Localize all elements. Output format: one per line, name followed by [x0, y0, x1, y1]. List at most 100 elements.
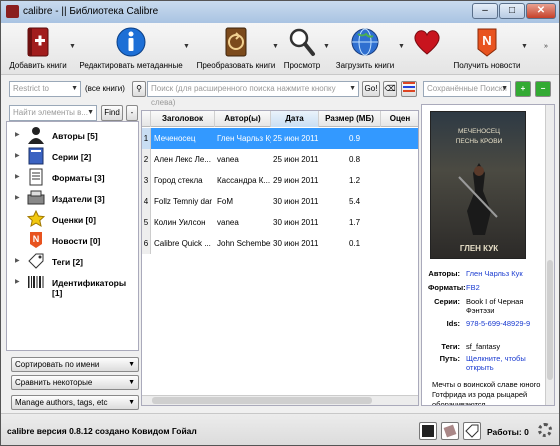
view-label: Просмотр	[283, 61, 321, 70]
category-authors[interactable]: ▶ Авторы [5]	[7, 125, 138, 146]
vertical-scrollbar[interactable]	[545, 105, 554, 405]
fetch-books-button[interactable]: Загрузить книги	[331, 25, 399, 70]
author-link[interactable]: Глен Чарльз Кук	[466, 269, 546, 278]
search-icon: ⚲	[136, 84, 142, 93]
cell-size: 0.9	[349, 134, 361, 143]
maximize-button[interactable]: □	[499, 3, 525, 19]
horizontal-scrollbar[interactable]	[142, 395, 418, 405]
find-button[interactable]: Find	[101, 105, 123, 121]
match-label: Сравнить некоторые	[15, 378, 93, 387]
chevron-down-icon: ▼	[349, 85, 356, 92]
restrict-to-combo[interactable]: Restrict to ▼	[9, 81, 81, 97]
cell-size: 1.2	[349, 176, 361, 185]
restrict-to-placeholder: Restrict to	[13, 84, 50, 93]
jobs-label[interactable]: Работы: 0	[487, 427, 529, 437]
authors-icon	[28, 127, 44, 144]
category-label: Форматы [3]	[52, 173, 105, 183]
view-button[interactable]: Просмотр	[283, 25, 321, 70]
expand-arrow-icon[interactable]: ▶	[15, 194, 20, 201]
table-row[interactable]: 2 Ален Лекс Ле... vanea 25 июн 2011 0.8	[142, 149, 418, 170]
table-row[interactable]: 3 Город стекла Кассандра К... 29 июн 201…	[142, 170, 418, 191]
cell-author: Глен Чарльз Кук	[217, 134, 271, 143]
magnifier-icon	[287, 25, 317, 59]
scrollbar-thumb[interactable]	[547, 260, 553, 380]
add-books-button[interactable]: Добавить книги	[5, 25, 71, 70]
category-series[interactable]: ▶ Серии [2]	[7, 146, 138, 167]
table-row[interactable]: 5 Колин Уилсон vanea 30 июн 2011 1.7	[142, 212, 418, 233]
save-search-button[interactable]: +	[515, 81, 531, 97]
category-publishers[interactable]: ▶ Издатели [3]	[7, 188, 138, 209]
toolbar-extension-arrow[interactable]: »	[544, 43, 548, 50]
heart-icon	[412, 25, 442, 59]
book-cover-image[interactable]: МЕЧЕНОСЕЦ ПЕСНЬ КРОВИ ГЛЕН КУК	[430, 111, 526, 259]
fetch-books-dropdown-arrow[interactable]: ▼	[398, 43, 405, 50]
table-row[interactable]: 4 Follz Temniy dar FoM 30 июн 2011 5.4	[142, 191, 418, 212]
category-tags[interactable]: ▶ Теги [2]	[7, 251, 138, 272]
manage-button[interactable]: Manage authors, tags, etc ▼	[11, 395, 139, 410]
highlight-toggle-button[interactable]	[401, 81, 417, 97]
clear-icon: ⌫	[384, 84, 396, 93]
barcode-icon	[28, 276, 44, 288]
column-header-title[interactable]: Заголовок	[151, 111, 215, 127]
main-window: calibre - || Библиотека Calibre – □ ✕ До…	[0, 0, 560, 446]
saved-searches-combo[interactable]: Сохранённые Поиски ▼	[423, 81, 511, 97]
convert-books-button[interactable]: Преобразовать книги	[195, 25, 277, 70]
find-items-input[interactable]: Найти элементы в... ▼	[9, 105, 97, 121]
category-news[interactable]: N Новости [0]	[7, 230, 138, 251]
expand-arrow-icon[interactable]: ▶	[15, 173, 20, 180]
advanced-search-button[interactable]: ⚲	[132, 81, 146, 97]
search-placeholder: Поиск (для расширенного поиска нажмите к…	[151, 84, 336, 107]
minus-icon: −	[540, 84, 546, 93]
table-row[interactable]: 1 Меченосец Глен Чарльз Кук 25 июн 2011 …	[142, 128, 418, 149]
expand-arrow-icon[interactable]: ▶	[15, 278, 20, 285]
column-header-size[interactable]: Размер (МБ)	[319, 111, 381, 127]
category-identifiers[interactable]: ▶ Идентификаторы [1]	[7, 272, 138, 298]
expand-arrow-icon[interactable]: ▶	[15, 152, 20, 159]
search-input[interactable]: Поиск (для расширенного поиска нажмите к…	[147, 81, 359, 107]
format-link[interactable]: FB2	[466, 283, 546, 292]
expand-arrow-icon[interactable]: ▶	[15, 131, 20, 138]
detail-key: Путь:	[439, 354, 460, 363]
clear-search-button[interactable]: ⌫	[383, 81, 397, 97]
convert-books-dropdown-arrow[interactable]: ▼	[272, 43, 279, 50]
row-number: 3	[142, 170, 151, 191]
tags-value: sf_fantasy	[466, 342, 501, 351]
fetch-news-button[interactable]: N Получить новости	[451, 25, 523, 70]
match-select[interactable]: Сравнить некоторые ▼	[11, 375, 139, 390]
path-link[interactable]: Щелкните, чтобы открыть	[466, 354, 546, 372]
sort-by-select[interactable]: Сортировать по имени ▼	[11, 357, 139, 372]
delete-search-button[interactable]: −	[535, 81, 551, 97]
book-list-table: Заголовок Автор(ы) Дата Размер (МБ) Оцен…	[141, 110, 419, 406]
donate-button[interactable]	[409, 25, 445, 61]
go-button[interactable]: Go!	[362, 81, 380, 97]
table-row[interactable]: 6 Calibre Quick ... John Schember 30 июн…	[142, 233, 418, 254]
plus-icon: +	[520, 84, 526, 93]
edit-metadata-dropdown-arrow[interactable]: ▼	[183, 43, 190, 50]
expand-arrow-icon[interactable]: ▶	[15, 257, 20, 264]
cover-grid-button[interactable]	[419, 422, 437, 440]
cell-date: 30 июн 2011	[273, 218, 319, 227]
category-label: Издатели [3]	[52, 194, 105, 204]
scrollbar-thumb[interactable]	[152, 397, 372, 404]
window-title: calibre - || Библиотека Calibre	[23, 6, 159, 17]
column-header-authors[interactable]: Автор(ы)	[215, 111, 271, 127]
category-ratings[interactable]: Оценки [0]	[7, 209, 138, 230]
edit-metadata-button[interactable]: Редактировать метаданные	[79, 25, 183, 70]
tag-browser-toggle-button[interactable]	[463, 422, 481, 440]
collapse-button[interactable]: -	[126, 105, 138, 121]
cell-author: Кассандра К...	[217, 176, 271, 185]
isbn-link[interactable]: 978-5-699-48929-9	[466, 319, 546, 328]
add-books-dropdown-arrow[interactable]: ▼	[69, 43, 76, 50]
edit-metadata-label: Редактировать метаданные	[79, 61, 183, 70]
cover-flow-button[interactable]	[441, 422, 459, 440]
category-formats[interactable]: ▶ Форматы [3]	[7, 167, 138, 188]
find-items-placeholder: Найти элементы в...	[13, 108, 88, 117]
chevron-down-icon: ▼	[128, 361, 135, 368]
column-header-date[interactable]: Дата	[271, 111, 319, 127]
column-header-rating[interactable]: Оцен	[381, 111, 418, 127]
minimize-button[interactable]: –	[472, 3, 498, 19]
view-dropdown-arrow[interactable]: ▼	[323, 43, 330, 50]
close-button[interactable]: ✕	[526, 3, 556, 19]
detail-key: Ids:	[446, 319, 460, 328]
fetch-news-dropdown-arrow[interactable]: ▼	[521, 43, 528, 50]
